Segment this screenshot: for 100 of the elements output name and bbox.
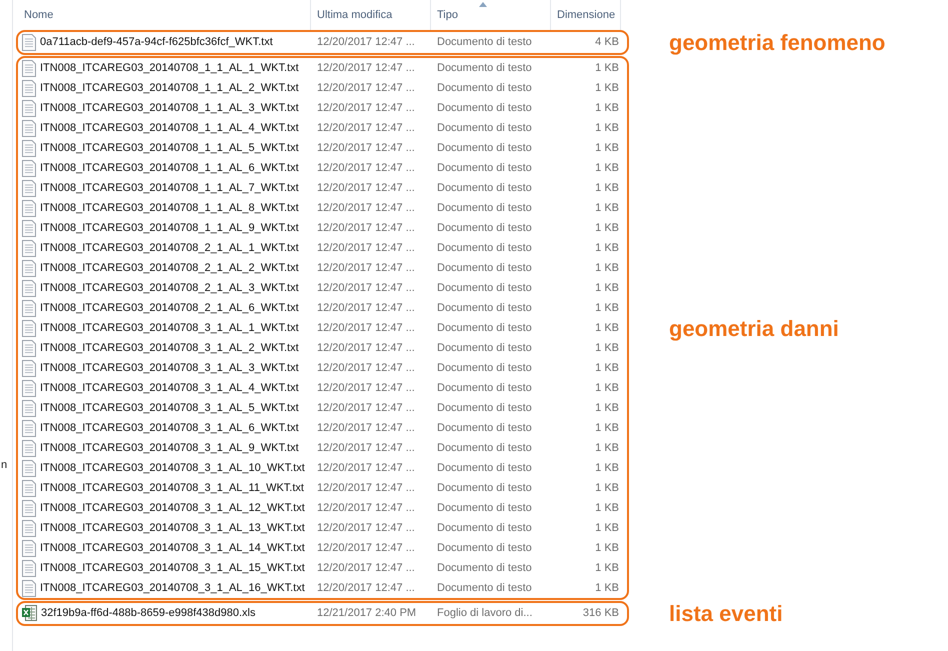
file-type: Documento di testo <box>436 562 533 574</box>
modified-date: 12/20/2017 12:47 ... <box>316 242 416 254</box>
file-size: 1 KB <box>594 422 620 434</box>
nav-pane-text: n <box>1 459 8 471</box>
modified-date: 12/20/2017 12:47 ... <box>316 502 416 514</box>
modified-date: 12/20/2017 12:47 ... <box>316 562 416 574</box>
modified-date: 12/20/2017 12:47 ... <box>316 582 416 594</box>
file-name[interactable]: ITN008_ITCAREG03_20140708_1_1_AL_1_WKT.txt <box>40 62 299 74</box>
file-size: 1 KB <box>594 562 620 574</box>
file-type: Documento di testo <box>436 302 533 314</box>
file-size: 1 KB <box>594 582 620 594</box>
modified-date: 12/20/2017 12:47 ... <box>316 442 416 454</box>
file-type: Documento di testo <box>436 36 533 48</box>
file-name[interactable]: ITN008_ITCAREG03_20140708_3_1_AL_6_WKT.txt <box>40 422 299 434</box>
modified-date: 12/20/2017 12:47 ... <box>316 482 416 494</box>
file-size: 1 KB <box>594 542 620 554</box>
file-name[interactable]: ITN008_ITCAREG03_20140708_2_1_AL_2_WKT.txt <box>40 262 299 274</box>
text-file-icon <box>22 380 36 396</box>
text-file-icon <box>22 120 36 136</box>
file-name[interactable]: ITN008_ITCAREG03_20140708_1_1_AL_6_WKT.txt <box>40 162 299 174</box>
file-size: 1 KB <box>594 382 620 394</box>
file-type: Documento di testo <box>436 122 533 134</box>
file-name[interactable]: ITN008_ITCAREG03_20140708_2_1_AL_6_WKT.txt <box>40 302 299 314</box>
modified-date: 12/20/2017 12:47 ... <box>316 162 416 174</box>
file-name[interactable]: ITN008_ITCAREG03_20140708_3_1_AL_5_WKT.txt <box>40 402 299 414</box>
file-name[interactable]: ITN008_ITCAREG03_20140708_2_1_AL_3_WKT.txt <box>40 282 299 294</box>
file-name[interactable]: ITN008_ITCAREG03_20140708_1_1_AL_5_WKT.txt <box>40 142 299 154</box>
file-name[interactable]: 32f19b9a-ff6d-488b-8659-e998f438d980.xls <box>41 607 256 619</box>
file-type: Documento di testo <box>436 342 533 354</box>
file-size: 1 KB <box>594 122 620 134</box>
text-file-icon <box>22 34 36 50</box>
file-name[interactable]: ITN008_ITCAREG03_20140708_3_1_AL_4_WKT.txt <box>40 382 299 394</box>
modified-date: 12/20/2017 12:47 ... <box>316 262 416 274</box>
modified-date: 12/20/2017 12:47 ... <box>316 362 416 374</box>
modified-date: 12/21/2017 2:40 PM <box>316 607 418 619</box>
file-name[interactable]: ITN008_ITCAREG03_20140708_1_1_AL_3_WKT.txt <box>40 102 299 114</box>
file-type: Documento di testo <box>436 82 533 94</box>
file-size: 1 KB <box>594 182 620 194</box>
file-name[interactable]: 0a711acb-def9-457a-94cf-f625bfc36fcf_WKT.txt <box>40 36 273 48</box>
file-name[interactable]: ITN008_ITCAREG03_20140708_1_1_AL_7_WKT.txt <box>40 182 299 194</box>
file-name[interactable]: ITN008_ITCAREG03_20140708_1_1_AL_2_WKT.txt <box>40 82 299 94</box>
file-size: 1 KB <box>594 322 620 334</box>
modified-date: 12/20/2017 12:47 ... <box>316 302 416 314</box>
text-file-icon <box>22 200 36 216</box>
file-size: 1 KB <box>594 402 620 414</box>
file-name[interactable]: ITN008_ITCAREG03_20140708_3_1_AL_13_WKT.txt <box>40 522 305 534</box>
text-file-icon <box>22 180 36 196</box>
file-type: Documento di testo <box>436 462 533 474</box>
text-file-icon <box>22 160 36 176</box>
text-file-icon <box>22 320 36 336</box>
annotation-label: geometria fenomeno <box>669 30 886 56</box>
modified-date: 12/20/2017 12:47 ... <box>316 382 416 394</box>
file-name[interactable]: ITN008_ITCAREG03_20140708_1_1_AL_8_WKT.txt <box>40 202 299 214</box>
modified-date: 12/20/2017 12:47 ... <box>316 142 416 154</box>
file-type: Documento di testo <box>436 322 533 334</box>
file-type: Documento di testo <box>436 182 533 194</box>
column-header[interactable]: Ultima modifica <box>311 0 431 30</box>
file-type: Documento di testo <box>436 262 533 274</box>
annotation-label: geometria danni <box>669 316 840 342</box>
file-name[interactable]: ITN008_ITCAREG03_20140708_3_1_AL_3_WKT.txt <box>40 362 299 374</box>
file-name[interactable]: ITN008_ITCAREG03_20140708_3_1_AL_12_WKT.txt <box>40 502 305 514</box>
file-type: Documento di testo <box>436 502 533 514</box>
text-file-icon <box>22 60 36 76</box>
column-header[interactable]: Dimensione <box>551 0 621 30</box>
annotation-label: lista eventi <box>669 601 784 627</box>
file-name[interactable]: ITN008_ITCAREG03_20140708_3_1_AL_9_WKT.txt <box>40 442 299 454</box>
file-name[interactable]: ITN008_ITCAREG03_20140708_3_1_AL_11_WKT.txt <box>40 482 304 494</box>
sort-arrow-icon <box>479 2 487 7</box>
modified-date: 12/20/2017 12:47 ... <box>316 102 416 114</box>
file-name[interactable]: ITN008_ITCAREG03_20140708_1_1_AL_9_WKT.txt <box>40 222 299 234</box>
spreadsheet-file-icon <box>22 605 37 621</box>
column-header[interactable]: Nome <box>18 0 311 30</box>
modified-date: 12/20/2017 12:47 ... <box>316 182 416 194</box>
modified-date: 12/20/2017 12:47 ... <box>316 402 416 414</box>
text-file-icon <box>22 240 36 256</box>
file-name[interactable]: ITN008_ITCAREG03_20140708_3_1_AL_10_WKT.txt <box>40 462 305 474</box>
file-size: 1 KB <box>594 82 620 94</box>
file-name[interactable]: ITN008_ITCAREG03_20140708_3_1_AL_1_WKT.txt <box>40 322 299 334</box>
file-type: Documento di testo <box>436 162 533 174</box>
file-name[interactable]: ITN008_ITCAREG03_20140708_2_1_AL_1_WKT.txt <box>40 242 299 254</box>
file-type: Documento di testo <box>436 382 533 394</box>
modified-date: 12/20/2017 12:47 ... <box>316 282 416 294</box>
modified-date: 12/20/2017 12:47 ... <box>316 322 416 334</box>
modified-date: 12/20/2017 12:47 ... <box>316 462 416 474</box>
file-size: 1 KB <box>594 222 620 234</box>
modified-date: 12/20/2017 12:47 ... <box>316 62 416 74</box>
file-type: Documento di testo <box>436 102 533 114</box>
file-name[interactable]: ITN008_ITCAREG03_20140708_3_1_AL_14_WKT.txt <box>40 542 305 554</box>
text-file-icon <box>22 100 36 116</box>
file-type: Documento di testo <box>436 422 533 434</box>
file-name[interactable]: ITN008_ITCAREG03_20140708_3_1_AL_16_WKT.txt <box>40 582 305 594</box>
modified-date: 12/20/2017 12:47 ... <box>316 122 416 134</box>
text-file-icon <box>22 440 36 456</box>
file-type: Documento di testo <box>436 62 533 74</box>
file-name[interactable]: ITN008_ITCAREG03_20140708_1_1_AL_4_WKT.txt <box>40 122 299 134</box>
file-name[interactable]: ITN008_ITCAREG03_20140708_3_1_AL_15_WKT.txt <box>40 562 305 574</box>
file-name[interactable]: ITN008_ITCAREG03_20140708_3_1_AL_2_WKT.txt <box>40 342 299 354</box>
text-file-icon <box>22 280 36 296</box>
column-header[interactable]: Tipo <box>431 0 551 30</box>
file-type: Documento di testo <box>436 202 533 214</box>
